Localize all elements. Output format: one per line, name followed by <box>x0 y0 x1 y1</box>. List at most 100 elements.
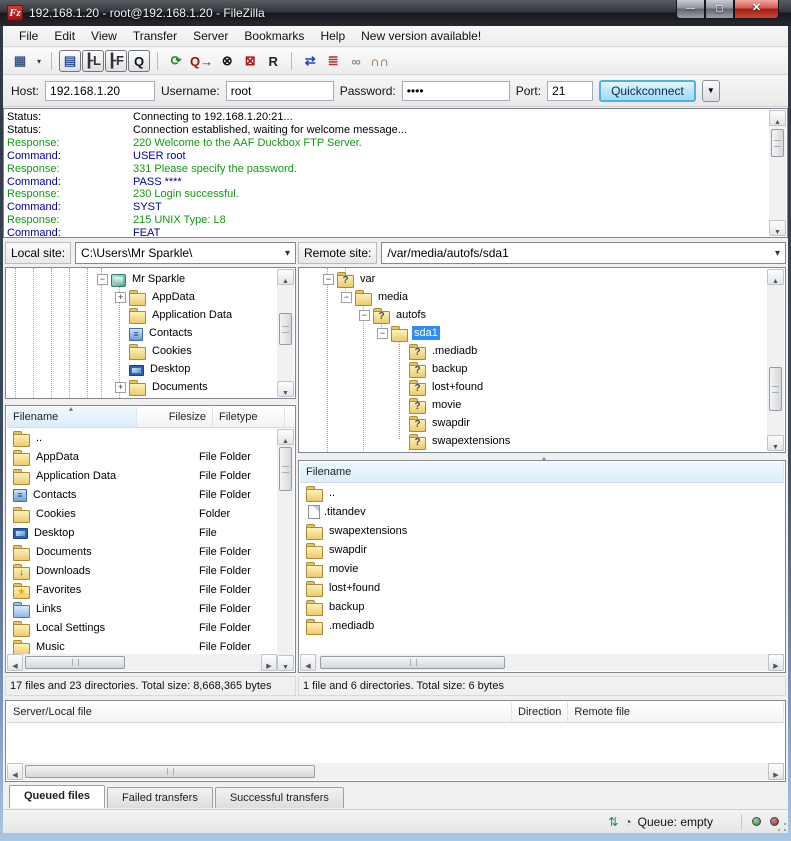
transfer-queue[interactable]: Server/Local file Direction Remote file <box>5 700 786 782</box>
site-manager-icon[interactable]: ▦ <box>9 50 31 72</box>
file-name[interactable]: Cookies <box>36 508 127 520</box>
tree-expander-icon[interactable]: + <box>115 292 126 303</box>
file-name[interactable]: .titandev <box>324 506 784 518</box>
file-name[interactable]: movie <box>329 563 784 575</box>
maximize-button[interactable]: ▢ <box>705 0 734 19</box>
remote-file-row[interactable]: lost+found <box>300 578 784 597</box>
remote-site-combo[interactable]: /var/media/autofs/sda1 <box>381 242 786 264</box>
queue-tab[interactable]: Successful transfers <box>215 787 344 808</box>
menu-item[interactable]: File <box>11 27 46 45</box>
toolbar-extra-button[interactable]: ∩∩ <box>368 50 391 72</box>
local-file-row[interactable]: AppData File Folder <box>7 447 277 466</box>
local-file-row[interactable]: Links File Folder <box>7 599 277 618</box>
menu-item[interactable]: Transfer <box>125 27 185 45</box>
scroll-up-icon[interactable] <box>277 429 294 445</box>
local-file-row[interactable]: Desktop File <box>7 523 277 542</box>
tree-item-label[interactable]: var <box>358 272 377 286</box>
remote-tree-item[interactable]: lost+found <box>300 378 766 396</box>
menu-item[interactable]: Bookmarks <box>236 27 312 45</box>
toolbar-extra-button[interactable]: ≣ <box>322 50 344 72</box>
local-tree-item[interactable]: Application Data <box>7 306 276 324</box>
remote-file-row[interactable]: .mediadb <box>300 616 784 635</box>
remote-tree-item[interactable]: − var <box>300 270 766 288</box>
tree-expander-icon[interactable]: − <box>323 274 334 285</box>
menu-item[interactable]: Edit <box>46 27 83 45</box>
queue-horizontal-scrollbar[interactable] <box>7 763 784 780</box>
file-name[interactable]: Contacts <box>33 489 127 501</box>
local-tree[interactable]: − Mr Sparkle + AppData Application Data <box>5 267 296 399</box>
remote-file-row[interactable]: swapdir <box>300 540 784 559</box>
file-name[interactable]: Local Settings <box>36 622 127 634</box>
quickconnect-dropdown-icon[interactable]: ▼ <box>702 80 720 102</box>
local-tree-item[interactable]: Cookies <box>7 342 276 360</box>
tree-item-label[interactable]: Documents <box>150 380 210 394</box>
tree-item-label[interactable]: swapdir <box>430 416 472 430</box>
menu-item[interactable]: New version available! <box>353 27 489 45</box>
file-name[interactable]: Downloads <box>36 565 127 577</box>
tree-item-label[interactable]: autofs <box>394 308 428 322</box>
scroll-right-icon[interactable] <box>768 763 784 780</box>
tree-item-label[interactable]: AppData <box>150 290 197 304</box>
local-tree-item[interactable]: + Downloads <box>7 396 276 398</box>
remote-tree-vertical-scrollbar[interactable] <box>767 269 784 451</box>
tree-item-label[interactable]: swapextensions <box>430 434 512 448</box>
file-name[interactable]: swapextensions <box>329 525 784 537</box>
site-manager-dropdown-icon[interactable]: ▾ <box>34 57 44 66</box>
file-name[interactable]: swapdir <box>329 544 784 556</box>
local-tree-item[interactable]: Contacts <box>7 324 276 342</box>
scroll-left-icon[interactable] <box>7 654 23 671</box>
menu-item[interactable]: Server <box>185 27 236 45</box>
local-file-row[interactable]: Documents File Folder <box>7 542 277 561</box>
scroll-left-icon[interactable] <box>300 654 316 671</box>
local-file-row[interactable]: Application Data File Folder <box>7 466 277 485</box>
local-file-row[interactable]: Downloads File Folder <box>7 561 277 580</box>
tree-expander-icon[interactable]: − <box>97 274 108 285</box>
local-tree-item[interactable]: + AppData <box>7 288 276 306</box>
column-header-filetype[interactable]: Filetype <box>213 407 285 427</box>
remote-file-row[interactable]: backup <box>300 597 784 616</box>
column-header-direction[interactable]: Direction <box>512 702 568 722</box>
tree-item-label[interactable]: media <box>376 290 410 304</box>
tree-item-label[interactable]: .mediadb <box>430 344 479 358</box>
close-button[interactable]: ✕ <box>734 0 779 19</box>
local-file-list[interactable]: ▲ Filename Filesize Filetype .. <box>5 405 296 673</box>
scroll-down-icon[interactable] <box>277 655 294 671</box>
tree-item-label[interactable]: movie <box>430 398 463 412</box>
local-file-row[interactable]: Contacts File Folder <box>7 485 277 504</box>
scroll-up-icon[interactable] <box>767 269 784 285</box>
column-header-filename[interactable]: ▲ Filename <box>7 407 137 427</box>
quickconnect-button[interactable]: Quickconnect <box>599 80 696 102</box>
local-file-row[interactable]: Favorites File Folder <box>7 580 277 599</box>
file-name[interactable]: Favorites <box>36 584 127 596</box>
menu-item[interactable]: Help <box>312 27 353 45</box>
remote-file-row[interactable]: .. <box>300 483 784 502</box>
remote-file-list[interactable]: Filename .. .titandev swapextensions <box>298 460 786 673</box>
queue-hscroll-thumb[interactable] <box>25 765 315 778</box>
toolbar-toggle-button[interactable]: Q <box>128 50 150 72</box>
speedlimit-icon[interactable]: ◔ <box>624 815 631 829</box>
local-list-scroll-thumb[interactable] <box>279 447 292 491</box>
file-name[interactable]: Music <box>36 641 127 653</box>
remote-tree-item[interactable]: movie <box>300 396 766 414</box>
title-bar[interactable]: Fz 192.168.1.20 - root@192.168.1.20 - Fi… <box>0 0 791 26</box>
remote-tree-item[interactable]: dvd <box>300 450 766 452</box>
local-tree-item[interactable]: − Mr Sparkle <box>7 270 276 288</box>
local-file-row[interactable]: Cookies Folder <box>7 504 277 523</box>
file-name[interactable]: backup <box>329 601 784 613</box>
message-log[interactable]: Status: Connecting to 192.168.1.20:21...… <box>3 108 788 238</box>
local-tree-scroll-thumb[interactable] <box>279 313 292 345</box>
compare-indicator-icon[interactable]: ⇅ <box>608 815 618 829</box>
remote-tree-item[interactable]: − sda1 <box>300 324 766 342</box>
port-input[interactable] <box>547 81 593 101</box>
toolbar-toggle-button[interactable]: ┠F <box>105 50 127 72</box>
log-vertical-scrollbar[interactable] <box>769 110 786 236</box>
remote-tree-scroll-thumb[interactable] <box>769 367 782 411</box>
remote-file-row[interactable]: movie <box>300 559 784 578</box>
toolbar-action-button[interactable]: R <box>262 50 284 72</box>
menu-item[interactable]: View <box>83 27 125 45</box>
tree-item-label[interactable]: lost+found <box>430 380 485 394</box>
log-scroll-thumb[interactable] <box>771 129 784 157</box>
file-name[interactable]: Links <box>36 603 127 615</box>
toolbar-action-button[interactable]: ⊠ <box>239 50 261 72</box>
local-list-hscroll-thumb[interactable] <box>25 656 125 669</box>
